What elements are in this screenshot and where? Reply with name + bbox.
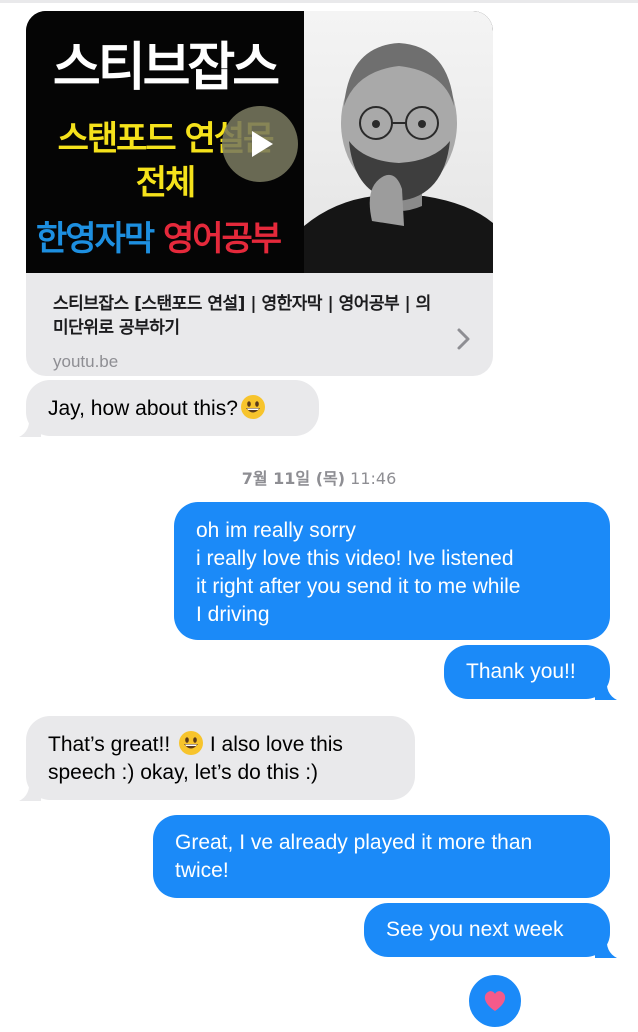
thumbnail-portrait bbox=[304, 11, 493, 273]
chevron-right-icon[interactable] bbox=[454, 324, 474, 354]
message-text: That’s great!! bbox=[48, 733, 177, 756]
link-preview-info[interactable]: 스티브잡스 [스탠포드 연설] | 영한자막 | 영어공부 | 의미단위로 공부… bbox=[26, 273, 493, 376]
grinning-face-icon bbox=[240, 395, 265, 419]
thumbnail-subtitle-blue: 한영자막 bbox=[36, 219, 155, 259]
link-preview-domain: youtu.be bbox=[53, 352, 119, 371]
received-message[interactable]: Jay, how about this? bbox=[19, 380, 319, 437]
message-line: it right after you send it to me while bbox=[196, 575, 521, 598]
message-line: I driving bbox=[196, 603, 270, 626]
link-preview-title: 스티브잡스 [스탠포드 연설] | 영한자막 | 영어공부 | 의미단위로 공부… bbox=[53, 294, 431, 338]
grinning-face-icon bbox=[179, 731, 204, 755]
bubble-tail bbox=[19, 415, 41, 437]
message-line: i really love this video! Ive listened bbox=[196, 547, 514, 570]
timestamp: 7월 11일 (목) 11:46 bbox=[0, 465, 638, 489]
video-thumbnail[interactable]: 스티브잡스 스탠포드 연설문 전체 한영자막 영어공부 bbox=[26, 11, 493, 273]
bubble-tail bbox=[595, 678, 617, 700]
play-icon[interactable] bbox=[222, 106, 298, 182]
message-text: I also love this bbox=[204, 733, 343, 756]
bubble-tail bbox=[19, 779, 41, 801]
message-text: Jay, how about this? bbox=[48, 397, 238, 420]
thumbnail-subtitle-red: 영어공부 bbox=[162, 219, 282, 259]
message-line: twice! bbox=[175, 859, 229, 882]
link-preview-card[interactable]: 스티브잡스 스탠포드 연설문 전체 한영자막 영어공부 스티브잡스 [스탠포드 … bbox=[26, 11, 493, 376]
sent-message[interactable]: See you next week bbox=[364, 903, 617, 958]
bubble-tail bbox=[595, 936, 617, 958]
heart-icon bbox=[484, 991, 506, 1011]
sent-message[interactable]: oh im really sorry i really love this vi… bbox=[174, 502, 610, 640]
message-line: oh im really sorry bbox=[196, 519, 356, 542]
message-text: Thank you!! bbox=[466, 660, 576, 683]
tapback-reaction[interactable] bbox=[466, 972, 524, 1030]
timestamp-time: 11:46 bbox=[350, 469, 397, 488]
message-line: speech :) okay, let’s do this :) bbox=[48, 761, 319, 784]
thumbnail-title-line1: 스티브잡스 bbox=[52, 38, 280, 98]
sent-message[interactable]: Great, I ve already played it more than … bbox=[153, 815, 610, 898]
message-text: See you next week bbox=[386, 918, 564, 941]
timestamp-date: 7월 11일 (목) bbox=[241, 469, 346, 488]
top-edge bbox=[0, 0, 638, 3]
thumbnail-title-line4: 한영자막 영어공부 bbox=[36, 211, 304, 260]
message-line: That’s great!! I also love this bbox=[48, 730, 393, 759]
sent-message[interactable]: Thank you!! bbox=[444, 645, 617, 700]
message-line: Great, I ve already played it more than bbox=[175, 831, 533, 854]
received-message[interactable]: That’s great!! I also love this speech :… bbox=[19, 716, 415, 801]
